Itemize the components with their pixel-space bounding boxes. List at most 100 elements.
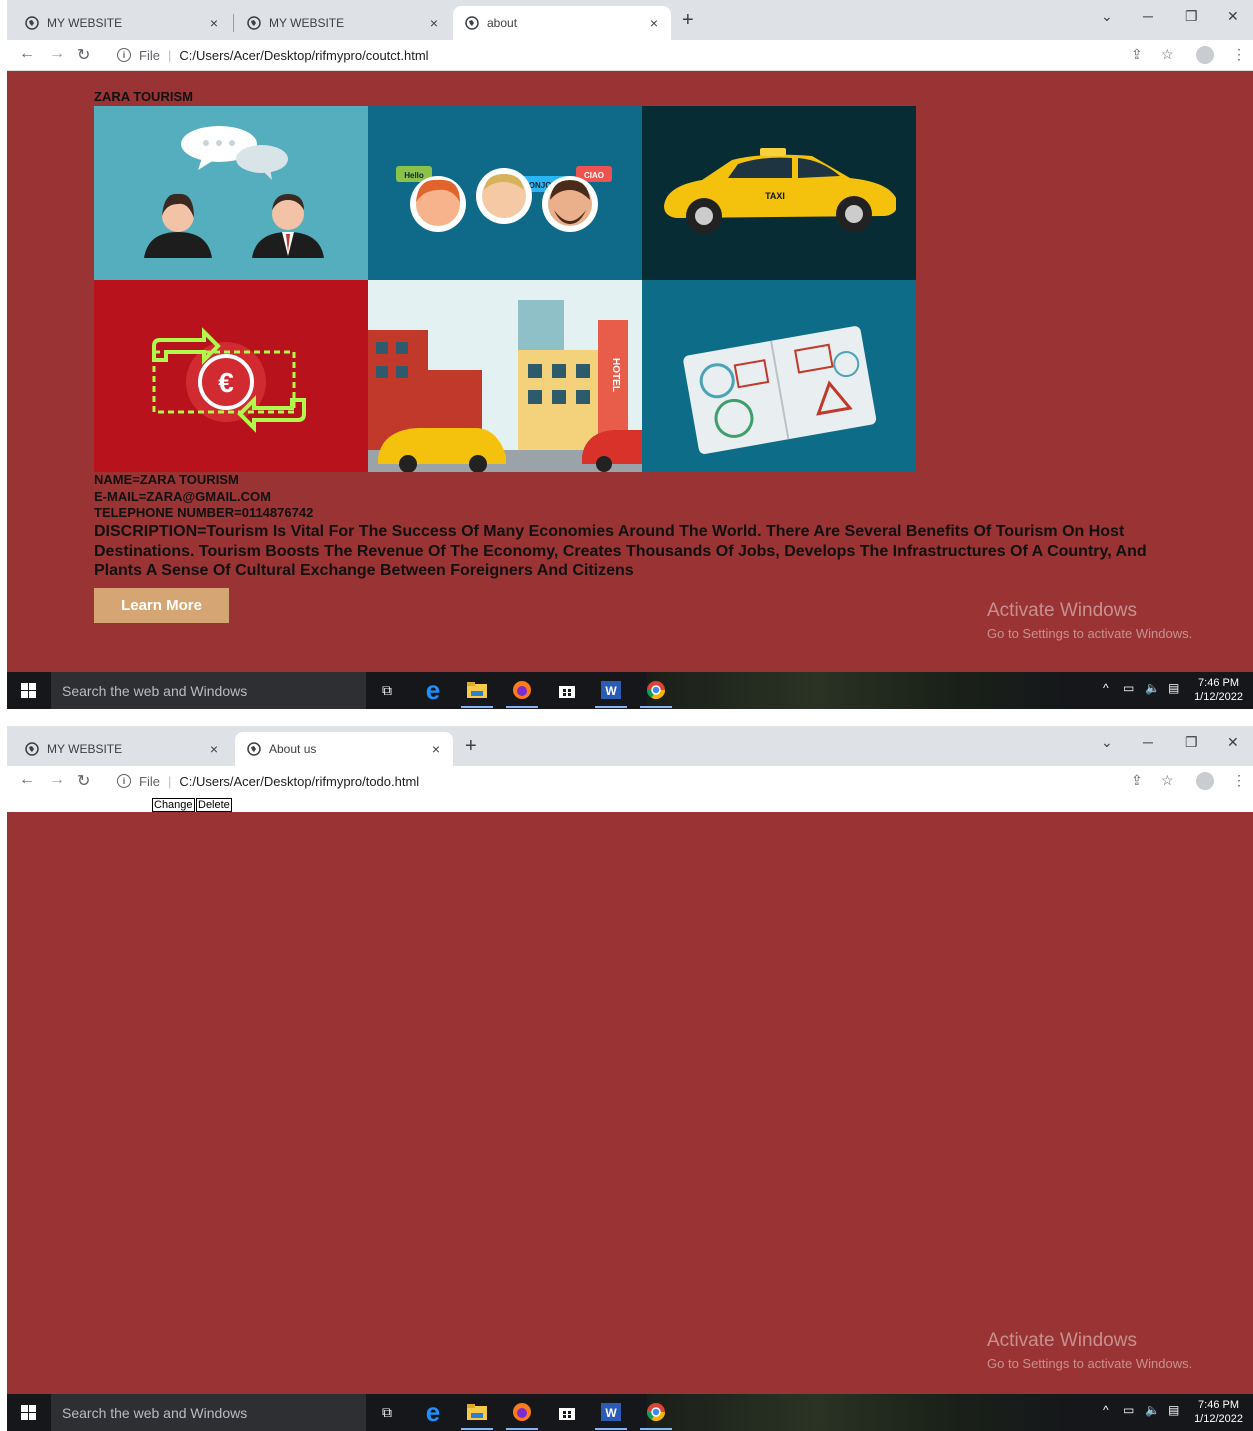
passport-stamps-image (642, 280, 916, 472)
action-center-icon[interactable]: ▤ (1168, 1403, 1179, 1417)
tab-search-icon[interactable]: ⌄ (1101, 8, 1113, 25)
description-text: DISCRIPTION=Tourism Is Vital For The Suc… (94, 523, 1147, 579)
network-icon[interactable]: ▭ (1123, 1403, 1134, 1417)
store-icon[interactable] (555, 678, 579, 702)
back-icon[interactable]: ← (19, 45, 35, 63)
currency-exchange-image: € (94, 280, 368, 472)
profile-avatar-icon[interactable] (1196, 46, 1214, 64)
word-icon[interactable]: W (595, 1400, 627, 1430)
tray-chevron-icon[interactable]: ^ (1103, 1403, 1109, 1417)
volume-icon[interactable]: 🔈 (1145, 1403, 1160, 1417)
ciao-label: CIAO (584, 171, 604, 180)
word-icon[interactable]: W (595, 678, 627, 708)
info-icon[interactable]: i (117, 48, 131, 62)
forward-icon[interactable]: → (49, 771, 65, 789)
restore-icon[interactable]: ❐ (1185, 734, 1198, 751)
browser-toolbar: ← → ↻ i File | C:/Users/Acer/Desktop/rif… (7, 766, 1253, 797)
change-button[interactable]: Change (152, 798, 195, 812)
taxi-label: TAXI (765, 191, 785, 201)
bookmark-star-icon[interactable]: ☆ (1161, 772, 1174, 789)
back-icon[interactable]: ← (19, 771, 35, 789)
forward-icon[interactable]: → (49, 45, 65, 63)
phone-line: TELEPHONE NUMBER=0114876742 (94, 505, 314, 520)
close-tab-icon[interactable]: × (203, 15, 225, 31)
file-explorer-icon[interactable] (461, 1400, 493, 1430)
info-icon[interactable]: i (117, 774, 131, 788)
profile-avatar-icon[interactable] (1196, 772, 1214, 790)
taxi-image: TAXI (642, 106, 916, 280)
tab-my-website[interactable]: MY WEBSITE × (13, 732, 231, 766)
close-window-icon[interactable]: ✕ (1227, 734, 1239, 751)
tab-about-us[interactable]: About us × (235, 732, 453, 766)
address-bar[interactable]: i File | C:/Users/Acer/Desktop/rifmypro/… (105, 43, 1125, 67)
reload-icon[interactable]: ↻ (77, 771, 90, 791)
contact-info: NAME=ZARA TOURISM E-MAIL=ZARA@GMAIL.COM … (94, 472, 313, 522)
hello-label: Hello (404, 171, 424, 180)
site-brand: ZARA TOURISM (94, 89, 193, 104)
globe-icon (247, 742, 261, 756)
close-tab-icon[interactable]: × (203, 741, 225, 757)
address-bar[interactable]: i File | C:/Users/Acer/Desktop/rifmypro/… (105, 769, 1125, 793)
tab-my-website-2[interactable]: MY WEBSITE × (235, 6, 451, 40)
globe-icon (25, 16, 39, 30)
store-icon[interactable] (555, 1400, 579, 1424)
close-tab-icon[interactable]: × (643, 15, 665, 31)
edge-browser-icon[interactable]: e (421, 675, 445, 705)
volume-icon[interactable]: 🔈 (1145, 681, 1160, 695)
restore-icon[interactable]: ❐ (1185, 8, 1198, 25)
call-center-image (94, 106, 368, 280)
action-center-icon[interactable]: ▤ (1168, 681, 1179, 695)
tab-search-icon[interactable]: ⌄ (1101, 734, 1113, 751)
tab-separator (233, 14, 234, 32)
taskbar-search-box[interactable]: Search the web and Windows (51, 1394, 366, 1431)
minimize-icon[interactable]: ─ (1143, 734, 1153, 750)
taskbar-clock[interactable]: 7:46 PM 1/12/2022 (1194, 676, 1243, 704)
windows-taskbar: Search the web and Windows ⧉ e W ^ ▭ 🔈 ▤… (7, 1394, 1253, 1431)
edge-browser-icon[interactable]: e (421, 1397, 445, 1427)
tab-strip: MY WEBSITE × MY WEBSITE × about × + ⌄ ─ … (7, 0, 1253, 40)
svg-text:W: W (605, 1406, 617, 1420)
email-line: E-MAIL=ZARA@GMAIL.COM (94, 488, 271, 504)
chrome-icon[interactable] (640, 1400, 672, 1430)
network-icon[interactable]: ▭ (1123, 681, 1134, 695)
task-view-icon[interactable]: ⧉ (375, 1400, 399, 1424)
activate-windows-watermark: Activate Windows Go to Settings to activ… (987, 1330, 1193, 1371)
tab-about[interactable]: about × (453, 6, 671, 40)
close-tab-icon[interactable]: × (423, 15, 445, 31)
chrome-icon[interactable] (640, 678, 672, 708)
new-tab-button[interactable]: + (682, 10, 694, 30)
delete-button[interactable]: Delete (196, 798, 232, 812)
tab-my-website-1[interactable]: MY WEBSITE × (13, 6, 231, 40)
firefox-icon[interactable] (506, 1400, 538, 1430)
tray-chevron-icon[interactable]: ^ (1103, 681, 1109, 695)
close-tab-icon[interactable]: × (425, 741, 447, 757)
url-text: C:/Users/Acer/Desktop/rifmypro/todo.html (179, 773, 420, 789)
share-icon[interactable]: ⇪ (1131, 46, 1143, 63)
new-tab-button[interactable]: + (465, 736, 477, 756)
activate-windows-watermark: Activate Windows Go to Settings to activ… (987, 600, 1193, 641)
windows-start-icon[interactable] (21, 1405, 36, 1420)
windows-taskbar: Search the web and Windows ⧉ e W ^ ▭ 🔈 ▤… (7, 672, 1253, 709)
bookmark-star-icon[interactable]: ☆ (1161, 46, 1174, 63)
multilingual-greetings-image: Hello BONJOUR CIAO (368, 106, 642, 280)
svg-text:W: W (605, 684, 617, 698)
menu-kebab-icon[interactable]: ⋮ (1232, 46, 1246, 63)
taskbar-clock[interactable]: 7:46 PM 1/12/2022 (1194, 1398, 1243, 1426)
windows-start-icon[interactable] (21, 683, 36, 698)
firefox-icon[interactable] (506, 678, 538, 708)
globe-icon (465, 16, 479, 30)
services-image-grid: Hello BONJOUR CIAO TAXI € HOTEL (94, 106, 916, 472)
browser-window-todo: MY WEBSITE × About us × + ⌄ ─ ❐ ✕ ← → ↻ … (7, 726, 1253, 1431)
minimize-icon[interactable]: ─ (1143, 8, 1153, 24)
learn-more-button[interactable]: Learn More (94, 588, 229, 623)
taskbar-search-box[interactable]: Search the web and Windows (51, 672, 366, 709)
file-explorer-icon[interactable] (461, 678, 493, 708)
close-window-icon[interactable]: ✕ (1227, 8, 1239, 25)
tab-strip: MY WEBSITE × About us × + ⌄ ─ ❐ ✕ (7, 726, 1253, 766)
name-line: NAME=ZARA TOURISM (94, 472, 239, 487)
reload-icon[interactable]: ↻ (77, 45, 90, 65)
share-icon[interactable]: ⇪ (1131, 772, 1143, 789)
city-hotel-image: HOTEL (368, 280, 642, 472)
menu-kebab-icon[interactable]: ⋮ (1232, 772, 1246, 789)
task-view-icon[interactable]: ⧉ (375, 678, 399, 702)
